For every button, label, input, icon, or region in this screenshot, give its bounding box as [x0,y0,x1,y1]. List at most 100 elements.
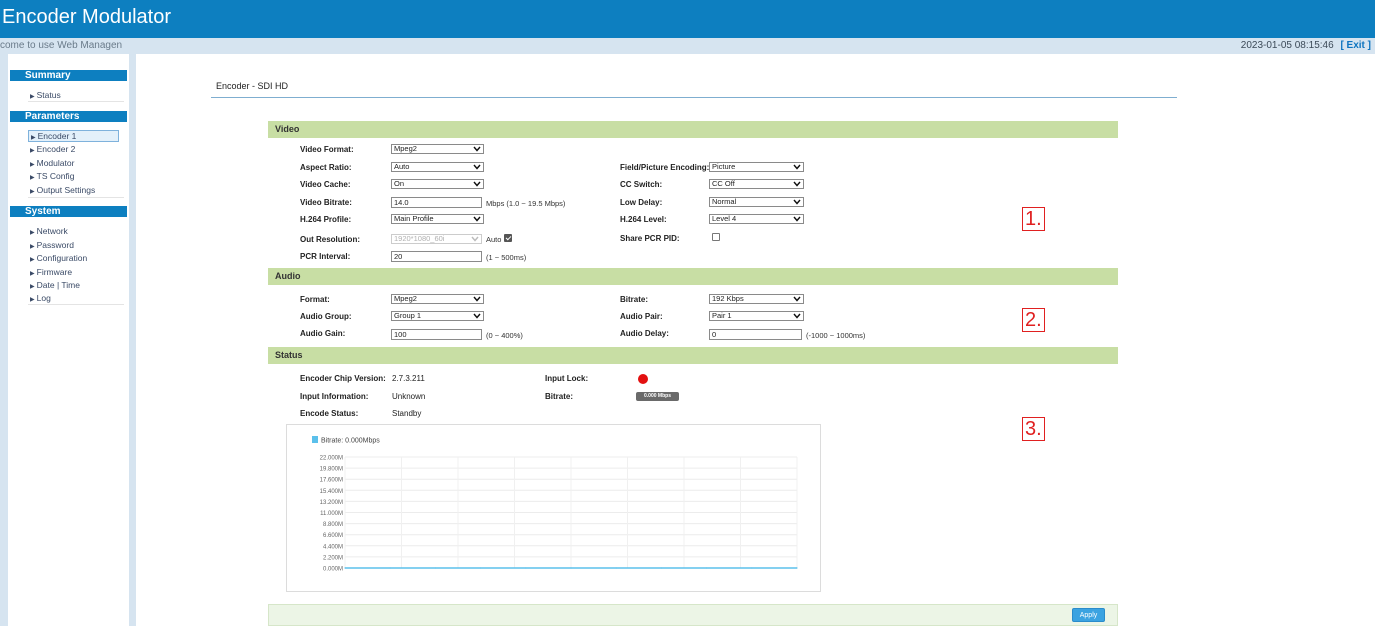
arrow-right-icon: ▶ [30,162,35,168]
sidebar-item-password[interactable]: ▶ Password [30,240,122,250]
bitrate-chart: 22.000M 19.800M 17.600M 15.400M 13.200M 11.00… [286,424,821,592]
legend-swatch [312,436,318,443]
audio-bitrate-select[interactable]: 192 Kbps [709,294,804,304]
section-header-video: Video [268,121,1118,138]
y-tick-label: 13.200M [320,500,343,506]
aspect-ratio-select[interactable]: Auto [391,162,484,172]
audio-delay-input[interactable]: 0 [709,329,802,340]
divider [28,304,124,305]
low-delay-label: Low Delay: [620,198,663,207]
video-format-label: Video Format: [300,145,354,154]
annotation-2: 2. [1022,308,1045,332]
chevron-down-icon [473,181,481,187]
sidebar-item-log[interactable]: ▶ Log [30,293,122,303]
audio-gain-hint: (0 ~ 400%) [486,331,523,340]
y-tick-label: 8.800M [323,522,343,528]
sidebar-item-output-settings[interactable]: ▶ Output Settings [30,185,122,195]
bitrate-data-point [525,567,527,569]
sidebar-item-configuration[interactable]: ▶ Configuration [30,253,122,263]
h264-level-label: H.264 Level: [620,215,667,224]
chevron-down-icon [793,313,801,319]
out-resolution-label: Out Resolution: [300,235,360,244]
pcr-interval-input[interactable]: 20 [391,251,482,262]
encode-status-value: Standby [392,409,422,418]
y-tick-label: 17.600M [320,478,343,484]
sidebar-item-network[interactable]: ▶ Network [30,226,122,236]
cc-switch-select[interactable]: CC Off [709,179,804,189]
chevron-down-icon [471,236,479,242]
out-resolution-value: 1920*1080_60i [394,234,445,243]
chevron-down-icon [793,199,801,205]
arrow-right-icon: ▶ [30,189,35,195]
sidebar-section-system[interactable]: System [10,206,127,217]
bitrate-chart-svg: 22.000M 19.800M 17.600M 15.400M 13.200M 11.00… [312,436,798,573]
pcr-interval-hint: (1 ~ 500ms) [486,253,527,262]
aspect-ratio-label: Aspect Ratio: [300,163,352,172]
audio-format-select[interactable]: Mpeg2 [391,294,484,304]
auto-checkbox[interactable] [504,234,512,242]
status-bitrate-badge: 0.000 Mbps [636,392,679,401]
aspect-ratio-value: Auto [394,162,410,171]
sidebar-item-ts-config[interactable]: ▶ TS Config [30,171,122,181]
apply-button[interactable]: Apply [1072,608,1105,622]
video-format-value: Mpeg2 [394,144,417,153]
audio-group-select[interactable]: Group 1 [391,311,484,321]
out-resolution-select[interactable]: 1920*1080_60i [391,234,482,244]
status-bitrate-label: Bitrate: [545,392,574,401]
page-title: Encoder - SDI HD [216,81,289,91]
field-picture-label: Field/Picture Encoding: [620,163,710,172]
input-info-value: Unknown [392,392,426,401]
bitrate-data-point [480,567,482,569]
sidebar-section-parameters[interactable]: Parameters [10,111,127,122]
chevron-down-icon [473,146,481,152]
video-bitrate-input[interactable]: 14.0 [391,197,482,208]
h264-profile-label: H.264 Profile: [300,215,352,224]
chevron-down-icon [473,296,481,302]
arrow-right-icon: ▶ [31,135,36,141]
video-cache-value: On [394,179,405,188]
input-lock-indicator [638,374,648,384]
y-tick-label: 11.000M [320,511,343,517]
sidebar-item-label: TS Config [36,171,75,181]
h264-level-select[interactable]: Level 4 [709,214,804,224]
annotation-3: 3. [1022,417,1045,441]
audio-gain-input[interactable]: 100 [391,329,482,340]
low-delay-select[interactable]: Normal [709,197,804,207]
pcr-interval-label: PCR Interval: [300,252,351,261]
video-format-select[interactable]: Mpeg2 [391,144,484,154]
video-cache-select[interactable]: On [391,179,484,189]
chevron-down-icon [473,313,481,319]
bitrate-data-point [389,567,391,569]
audio-pair-select[interactable]: Pair 1 [709,311,804,321]
video-cache-label: Video Cache: [300,180,351,189]
video-bitrate-label: Video Bitrate: [300,198,352,207]
sidebar-item-encoder-2[interactable]: ▶ Encoder 2 [30,144,122,154]
y-tick-label: 22.000M [320,456,343,462]
audio-bitrate-label: Bitrate: [620,295,649,304]
sidebar-item-modulator[interactable]: ▶ Modulator [30,158,122,168]
sidebar-item-label: Configuration [36,253,88,263]
audio-delay-hint: (-1000 ~ 1000ms) [806,331,866,340]
h264-profile-select[interactable]: Main Profile [391,214,484,224]
audio-pair-value: Pair 1 [712,311,732,320]
section-header-audio: Audio [268,268,1118,285]
sidebar-item-firmware[interactable]: ▶ Firmware [30,267,122,277]
arrow-right-icon: ▶ [30,257,35,263]
chip-version-label: Encoder Chip Version: [300,374,386,383]
exit-link[interactable]: [ Exit ] [1340,40,1371,51]
share-pcr-checkbox[interactable] [712,233,720,241]
h264-level-value: Level 4 [712,214,737,223]
sidebar-item-date-time[interactable]: ▶ Date | Time [30,280,122,290]
chip-version-value: 2.7.3.211 [392,374,425,383]
audio-group-value: Group 1 [394,311,422,320]
sidebar-item-encoder-1[interactable]: ▶ Encoder 1 [28,130,119,142]
sidebar-item-label: Firmware [36,267,73,277]
cc-switch-value: CC Off [712,179,735,188]
sidebar-item-status[interactable]: ▶ Status [30,90,122,100]
sidebar-section-summary[interactable]: Summary [10,70,127,81]
y-tick-label: 15.400M [320,489,343,495]
field-picture-select[interactable]: Picture [709,162,804,172]
welcome-text: come to use Web Managen [0,40,123,51]
bitrate-data-point [570,567,572,569]
audio-gain-label: Audio Gain: [300,329,346,338]
